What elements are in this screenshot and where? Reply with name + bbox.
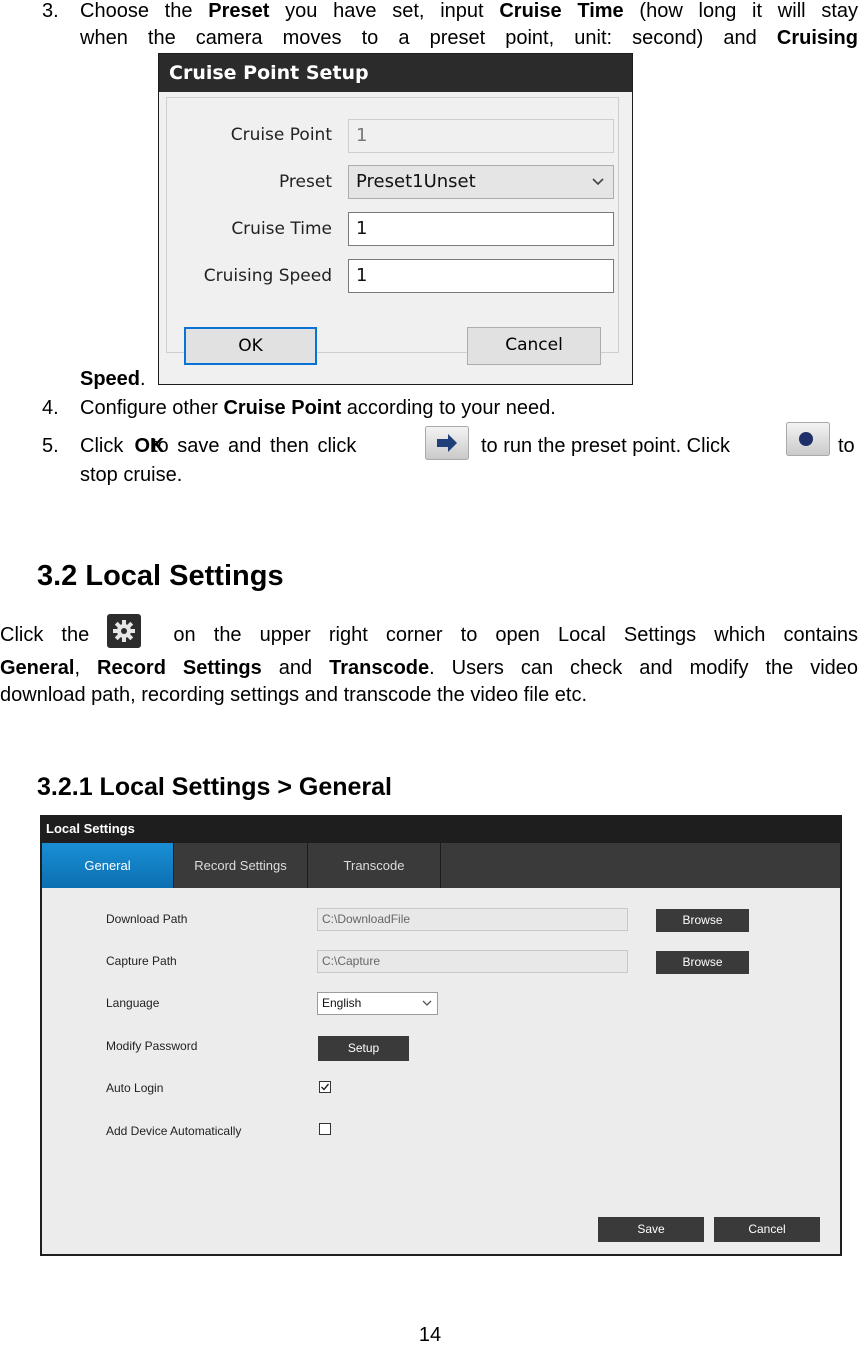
step-5-line-2: stop cruise. xyxy=(80,464,183,486)
gear-icon xyxy=(107,613,155,648)
language-value: English xyxy=(322,996,362,1010)
step-3-line-1: Choose the Preset you have set, input Cr… xyxy=(80,0,858,22)
add-device-label: Add Device Automatically xyxy=(106,1124,242,1138)
chevron-down-icon xyxy=(421,993,433,1021)
auto-login-checkbox[interactable] xyxy=(319,1081,331,1093)
add-device-checkbox[interactable] xyxy=(319,1123,331,1135)
step-3-line-2: when the camera moves to a preset point,… xyxy=(80,27,858,49)
step-3-line-3: Speed. xyxy=(80,368,146,390)
general-settings-body: Download Path C:\DownloadFile Browse Cap… xyxy=(42,888,840,1254)
download-path-field[interactable]: C:\DownloadFile xyxy=(317,908,628,931)
step-4-text: Configure other Cruise Point according t… xyxy=(80,397,556,419)
step-3-number: 3. xyxy=(42,0,59,22)
tab-transcode[interactable]: Transcode xyxy=(308,843,441,888)
tab-bar: General Record Settings Transcode xyxy=(42,843,840,888)
modify-password-label: Modify Password xyxy=(106,1039,198,1053)
download-path-browse-button[interactable]: Browse xyxy=(656,909,749,932)
capture-path-label: Capture Path xyxy=(106,954,177,968)
language-label: Language xyxy=(106,996,160,1010)
dialog-title: Cruise Point Setup xyxy=(159,54,632,92)
page-number: 14 xyxy=(418,1324,442,1346)
step-5-to-save: to save and then click xyxy=(152,435,357,457)
download-path-label: Download Path xyxy=(106,912,188,926)
preset-value: Preset1Unset xyxy=(356,171,476,192)
cruising-speed-input[interactable]: 1 xyxy=(348,259,614,293)
section-heading-3-2: 3.2 Local Settings xyxy=(37,560,284,592)
step-5-run: to run the preset point. Click xyxy=(481,435,731,457)
cancel-settings-button[interactable]: Cancel xyxy=(714,1217,820,1242)
capture-path-field[interactable]: C:\Capture xyxy=(317,950,628,973)
cruise-point-label: Cruise Point xyxy=(230,125,332,145)
tab-record-settings[interactable]: Record Settings xyxy=(174,843,308,888)
section-3-2-line-3: download path, recording settings and tr… xyxy=(0,684,588,706)
section-3-2-line-1: Click the on the upper right corner to o… xyxy=(0,613,858,650)
tab-general[interactable]: General xyxy=(42,843,174,888)
cruise-time-label: Cruise Time xyxy=(231,219,332,239)
right-arrow-icon xyxy=(425,426,469,465)
cruise-point-setup-dialog: Cruise Point Setup Cruise Point 1 Preset… xyxy=(158,53,633,385)
cruise-time-input[interactable]: 1 xyxy=(348,212,614,246)
cruise-point-field: 1 xyxy=(348,119,614,153)
preset-label: Preset xyxy=(278,172,332,192)
step-5-number: 5. xyxy=(42,435,59,457)
section-3-2-line-2: General, Record Settings and Transcode. … xyxy=(0,657,859,679)
auto-login-label: Auto Login xyxy=(106,1081,164,1095)
save-button[interactable]: Save xyxy=(598,1217,704,1242)
record-dot-icon xyxy=(786,422,830,461)
cancel-button[interactable]: Cancel xyxy=(467,327,601,365)
local-settings-panel: Local Settings General Record Settings T… xyxy=(40,815,842,1256)
checkmark-icon xyxy=(321,1083,330,1091)
step-4-number: 4. xyxy=(42,397,59,419)
panel-title: Local Settings xyxy=(46,821,135,836)
section-heading-3-2-1: 3.2.1 Local Settings > General xyxy=(37,773,393,801)
chevron-down-icon xyxy=(591,166,605,209)
cruising-speed-label: Cruising Speed xyxy=(203,266,332,286)
step-5-to: to xyxy=(838,435,855,457)
capture-path-browse-button[interactable]: Browse xyxy=(656,951,749,974)
language-select[interactable]: English xyxy=(317,992,438,1015)
preset-select[interactable]: Preset1Unset xyxy=(348,165,614,199)
ok-button[interactable]: OK xyxy=(184,327,317,365)
setup-button[interactable]: Setup xyxy=(318,1036,409,1061)
